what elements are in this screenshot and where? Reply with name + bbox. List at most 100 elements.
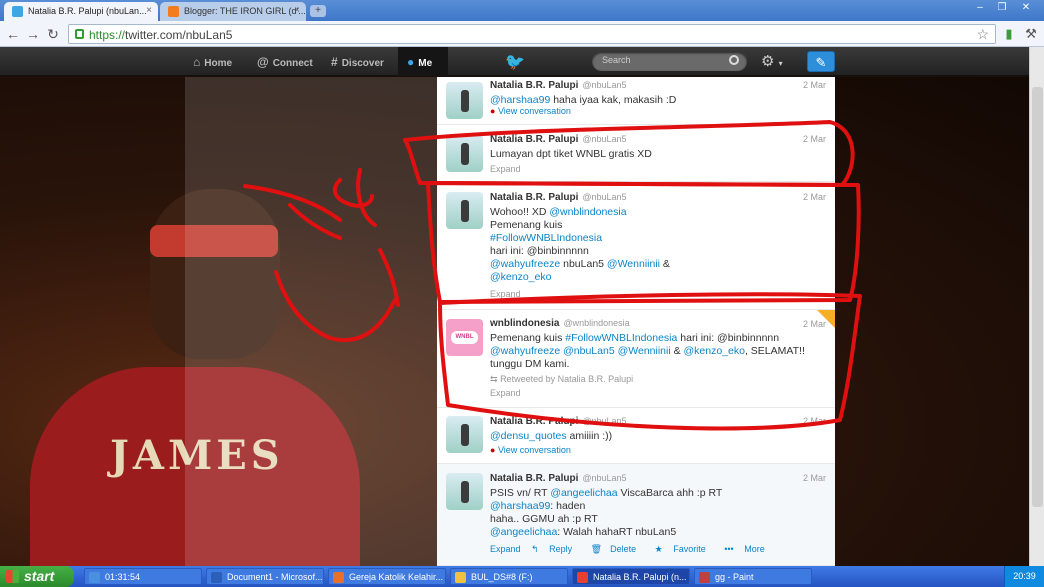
avatar[interactable] — [446, 135, 483, 172]
wrench-icon[interactable]: ⚒ — [1022, 25, 1040, 43]
mention-link[interactable]: @Wenniinii — [618, 345, 671, 357]
forward-arrow-icon[interactable]: → — [24, 25, 42, 43]
view-conversation-link[interactable]: ● View conversation — [490, 445, 571, 455]
mention-link[interactable]: #FollowWNBLIndonesia — [490, 232, 602, 244]
taskbar-item[interactable]: BUL_DS#8 (F:) — [450, 568, 568, 585]
tweet-author[interactable]: Natalia B.R. Palupi @nbuLan5 — [490, 473, 627, 484]
tweet[interactable]: Natalia B.R. Palupi @nbuLan5 2 Mar Wohoo!… — [437, 182, 835, 310]
tweet-text-segment: PSIS vn/ RT — [490, 487, 551, 499]
view-conversation-link[interactable]: ● View conversation — [490, 106, 571, 116]
close-tab-icon[interactable]: × — [146, 5, 152, 16]
mention-link[interactable]: #FollowWNBLIndonesia — [565, 332, 677, 344]
expand-link[interactable]: Expand — [490, 388, 521, 398]
tweet-retweet[interactable]: WNBL wnblindonesia @wnblindonesia 2 Mar P… — [437, 310, 835, 408]
tweet-date[interactable]: 2 Mar — [803, 134, 826, 144]
scrollbar-thumb[interactable] — [1032, 87, 1043, 507]
nav-connect[interactable]: @ Connect — [257, 47, 319, 76]
tweet-line: #FollowWNBLIndonesia — [490, 232, 825, 245]
favorite-button[interactable]: ★ Favorite — [655, 544, 714, 554]
tweet[interactable]: Natalia B.R. Palupi @nbuLan5 2 Mar @harsh… — [437, 77, 835, 125]
mention-link[interactable]: @kenzo_eko — [684, 345, 745, 357]
tweet-line: @wahyufreeze nbuLan5 @Wenniinii & — [490, 258, 825, 271]
tab-label: Blogger: THE IRON GIRL (d'... — [184, 6, 306, 16]
tweet-date[interactable]: 2 Mar — [803, 192, 826, 202]
taskbar-item[interactable]: Gereja Katolik Kelahir... — [328, 568, 446, 585]
expand-link[interactable]: Expand — [490, 289, 521, 299]
taskbar-item-active[interactable]: Natalia B.R. Palupi (n... — [572, 568, 690, 585]
lock-icon — [75, 29, 84, 39]
tweet[interactable]: Natalia B.R. Palupi @nbuLan5 2 Mar Lumaya… — [437, 125, 835, 182]
taskbar-item[interactable]: gg - Paint — [694, 568, 812, 585]
avatar[interactable] — [446, 473, 483, 510]
mention-link[interactable]: @angeelichaa — [490, 526, 557, 538]
system-tray-clock[interactable]: 20:39 — [1004, 566, 1044, 587]
twitter-bird-icon[interactable]: 🐦 — [505, 52, 525, 71]
avatar[interactable] — [446, 416, 483, 453]
mention-link[interactable]: @Wenniinii — [607, 258, 660, 270]
compose-tweet-button[interactable]: ✎ — [807, 51, 835, 72]
tweet-date[interactable]: 2 Mar — [803, 80, 826, 90]
tweet-text-segment: : haden — [550, 500, 586, 512]
speech-bubble-icon: ● — [490, 106, 496, 116]
delete-button[interactable]: 🗑 Delete — [591, 544, 644, 554]
reply-button[interactable]: ↰ Reply — [531, 544, 580, 554]
mention-link[interactable]: @harshaa99 — [490, 94, 550, 106]
tweet-author[interactable]: wnblindonesia @wnblindonesia — [490, 318, 630, 329]
tweet-author[interactable]: Natalia B.R. Palupi @nbuLan5 — [490, 80, 627, 91]
back-arrow-icon[interactable]: ← — [4, 25, 22, 43]
tab-twitter[interactable]: Natalia B.R. Palupi (nbuLan... × — [4, 2, 158, 21]
tweet[interactable]: Natalia B.R. Palupi @nbuLan5 2 Mar PSIS v… — [437, 464, 835, 566]
tweet-line: hari ini: @binbinnnnn — [490, 245, 825, 258]
nav-discover[interactable]: # Discover — [331, 47, 395, 76]
mention-link[interactable]: @harshaa99 — [490, 500, 550, 512]
mention-link[interactable]: @wahyufreeze — [490, 345, 560, 357]
address-bar[interactable]: https://twitter.com/nbuLan5 ☆ — [68, 24, 996, 44]
tweet-author[interactable]: Natalia B.R. Palupi @nbuLan5 — [490, 192, 627, 203]
twitter-favicon-icon — [12, 6, 23, 17]
minimize-icon[interactable]: – — [970, 1, 990, 15]
avatar[interactable] — [446, 192, 483, 229]
new-tab-button[interactable]: + — [310, 5, 326, 17]
bookmark-star-icon[interactable]: ☆ — [976, 26, 989, 43]
tweet-text-segment: amiiiin :)) — [566, 430, 613, 442]
mention-link[interactable]: @wnblindonesia — [549, 206, 626, 218]
tweet-author[interactable]: Natalia B.R. Palupi @nbuLan5 — [490, 134, 627, 145]
mention-link[interactable]: @kenzo_eko — [490, 271, 551, 283]
taskbar-item[interactable]: 01:31:54 — [84, 568, 202, 585]
reload-icon[interactable]: ↻ — [44, 25, 62, 43]
search-icon[interactable] — [729, 55, 739, 65]
tweet-text-segment: tunggu DM kami. — [490, 358, 570, 370]
nav-home[interactable]: ⌂ Home — [193, 47, 243, 76]
mention-link[interactable]: @angeelichaa — [550, 487, 617, 499]
more-button[interactable]: ••• More — [724, 544, 772, 554]
tweet-date[interactable]: 2 Mar — [803, 416, 826, 426]
tweet[interactable]: Natalia B.R. Palupi @nbuLan5 2 Mar @densu… — [437, 408, 835, 464]
close-tab-icon[interactable]: × — [294, 5, 300, 16]
page-scrollbar[interactable] — [1029, 47, 1044, 566]
tweet-date[interactable]: 2 Mar — [803, 319, 826, 329]
expand-link[interactable]: Expand — [490, 164, 521, 174]
signal-extension-icon[interactable]: ▮ — [1000, 25, 1018, 43]
close-window-icon[interactable]: ✕ — [1016, 1, 1036, 15]
tweet-line: @kenzo_eko — [490, 271, 825, 284]
taskbar-item[interactable]: Document1 - Microsof... — [206, 568, 324, 585]
search-placeholder: Search — [602, 55, 631, 65]
tweet-line: tunggu DM kami. — [490, 358, 825, 371]
tweet-line: Pemenang kuis — [490, 219, 825, 232]
gear-icon[interactable]: ⚙ ▾ — [761, 52, 783, 70]
mention-link[interactable]: @wahyufreeze — [490, 258, 560, 270]
expand-link[interactable]: Expand — [490, 544, 521, 554]
avatar[interactable] — [446, 82, 483, 119]
mention-link[interactable]: @nbuLan5 — [563, 345, 615, 357]
tweet-text-segment: ViscaBarca ahh :p RT — [617, 487, 723, 499]
nav-me[interactable]: ● Me — [398, 47, 448, 76]
search-input[interactable]: Search — [592, 52, 747, 71]
avatar[interactable]: WNBL — [446, 319, 483, 356]
start-button[interactable]: start — [0, 566, 74, 587]
restore-icon[interactable]: ❐ — [992, 1, 1012, 15]
tab-blogger[interactable]: Blogger: THE IRON GIRL (d'... × — [160, 2, 306, 21]
tweet-date[interactable]: 2 Mar — [803, 473, 826, 483]
tweet-text: PSIS vn/ RT @angeelichaa ViscaBarca ahh … — [490, 487, 825, 539]
tweet-author[interactable]: Natalia B.R. Palupi @nbuLan5 — [490, 416, 627, 427]
mention-link[interactable]: @densu_quotes — [490, 430, 567, 442]
